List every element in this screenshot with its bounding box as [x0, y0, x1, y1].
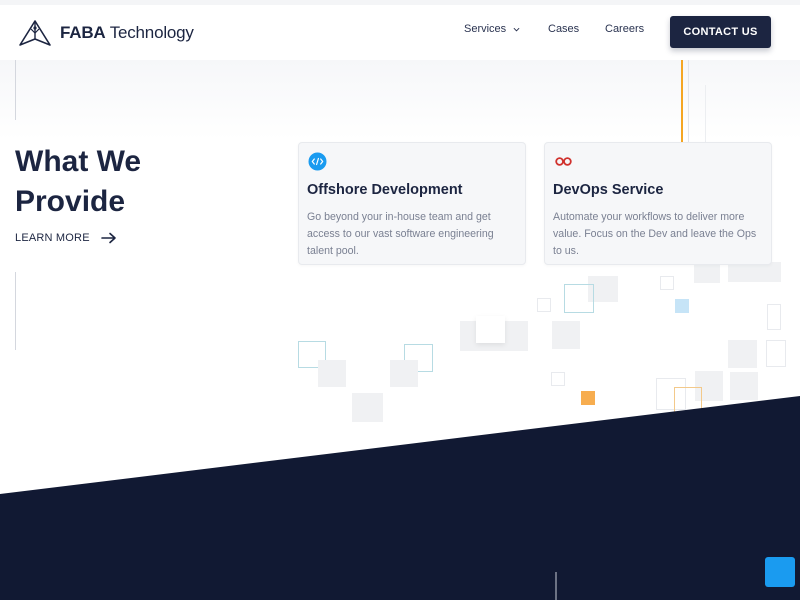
- chat-icon[interactable]: [765, 557, 795, 587]
- dark-section-background: [0, 396, 800, 600]
